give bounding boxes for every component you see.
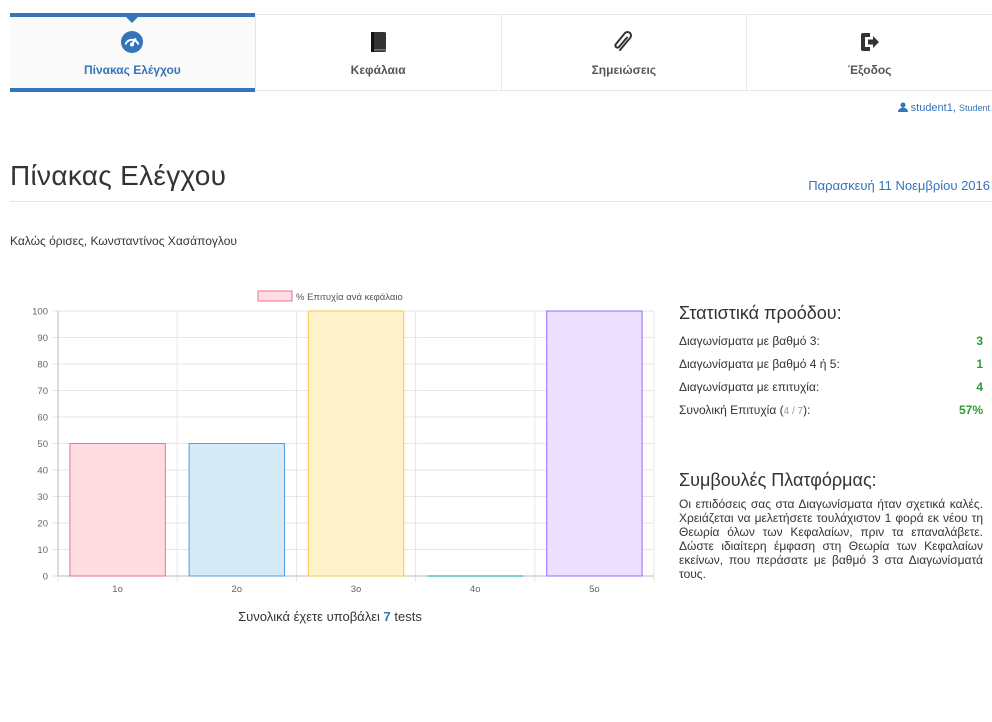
total-fraction-close: ): [803,403,811,417]
total-label: Συνολική Επιτυχία [679,403,777,417]
stats-title: Στατιστικά προόδου: [679,303,842,323]
stat-row: Διαγωνίσματα με επιτυχία: 4 [679,376,983,399]
stat-value: 4 [976,380,983,394]
tips-title: Συμβουλές Πλατφόρμας: [679,470,877,490]
y-tick-label: 100 [32,307,48,318]
book-icon [371,32,387,52]
y-tick-label: 30 [37,492,48,503]
stat-row: Διαγωνίσματα με βαθμό 4 ή 5: 1 [679,353,983,376]
x-tick-label: 2ο [232,584,243,595]
x-tick-label: 1ο [112,584,123,595]
y-tick-label: 60 [37,413,48,424]
caption-prefix: Συνολικά έχετε υποβάλει [238,609,380,624]
tab-label-notes: Σημειώσεις [591,63,657,77]
stat-label-total: Συνολική Επιτυχία (4 / 7): [679,399,810,422]
user-role: Student [958,103,990,113]
total-value: 57% [958,403,983,417]
stat-value: 3 [976,334,983,348]
stat-row: Διαγωνίσματα με βαθμό 3: 3 [679,330,983,353]
bar [307,310,405,577]
stat-label: Διαγωνίσματα με επιτυχία: [679,380,820,394]
page-date: Παρασκευή 11 Νοεμβρίου 2016 [808,178,990,193]
tips-panel: Συμβουλές Πλατφόρμας: Οι επιδόσεις σας σ… [679,470,983,581]
legend-swatch [257,290,293,302]
welcome-message: Καλώς όρισες, Κωνσταντίνος Χασάπογλου [10,234,237,248]
caption-count: 7 [383,609,391,624]
tips-text: Οι επιδόσεις σας στα Διαγωνίσματα ήταν σ… [679,497,983,581]
y-tick-label: 80 [37,360,48,371]
sign-out-icon [860,33,879,51]
x-tick-label: 4ο [470,584,481,595]
user-icon [897,102,908,112]
y-tick-label: 50 [37,439,48,450]
dashboard-icon [121,31,144,53]
y-tick-label: 90 [37,333,48,344]
user-name: student1 [910,102,953,114]
stat-value: 1 [976,357,983,371]
caption-suffix: tests [394,609,422,624]
active-caret [126,17,139,23]
tab-notes[interactable]: Σημειώσεις [502,15,748,90]
y-tick-label: 0 [43,572,48,583]
stat-row-total: Συνολική Επιτυχία (4 / 7): 57% [679,399,983,422]
title-divider [10,201,992,202]
tab-label-logout: Έξοδος [847,63,892,77]
page-title: Πίνακας Ελέγχου [10,160,227,191]
tab-logout[interactable]: Έξοδος [747,15,992,90]
bar [188,443,285,577]
tab-dashboard[interactable]: Πίνακας Ελέγχου [10,13,256,92]
x-tick-label: 5ο [589,584,600,595]
y-tick-label: 40 [37,466,48,477]
x-tick-label: 3ο [351,584,362,595]
y-tick-label: 10 [37,545,48,556]
y-tick-label: 20 [37,519,48,530]
stats-panel: Στατιστικά προόδου: Διαγωνίσματα με βαθμ… [679,303,983,422]
paperclip-icon [614,30,632,51]
user-info[interactable]: student1, Student [897,102,990,114]
tab-label-dashboard: Πίνακας Ελέγχου [83,63,181,77]
total-fraction: 4 / 7 [783,406,804,417]
stat-label: Διαγωνίσματα με βαθμό 3: [679,334,820,348]
legend-label: % Επιτυχία ανά κεφάλαιο [296,292,403,303]
tab-chapters[interactable]: Κεφάλαια [256,15,502,90]
main-nav: Πίνακας Ελέγχου Κεφάλαια Σημειώσεις Έξοδ… [10,13,992,92]
stat-label: Διαγωνίσματα με βαθμό 4 ή 5: [679,357,840,371]
bar [69,443,166,577]
bar [546,310,643,577]
tab-label-chapters: Κεφάλαια [350,63,406,77]
success-chart: 0 10 20 30 40 50 60 70 80 90 100 1ο 2ο 3ο 4ο 5ο % Επιτυχ… [32,290,655,595]
chart-caption: Συνολικά έχετε υποβάλει 7 tests [180,609,480,624]
y-tick-label: 70 [37,386,48,397]
